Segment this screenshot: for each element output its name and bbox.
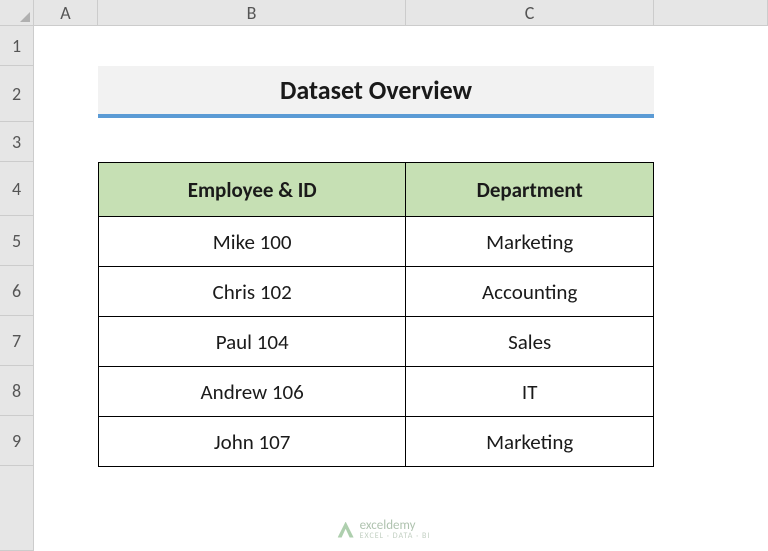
- watermark-tagline: EXCEL · DATA · BI: [360, 531, 431, 541]
- column-header-B[interactable]: B: [98, 0, 406, 26]
- row-header-2[interactable]: 2: [0, 66, 34, 122]
- table-row: John 107 Marketing: [99, 417, 654, 467]
- table-header-row: Employee & ID Department: [99, 163, 654, 217]
- cells-area[interactable]: Dataset Overview Employee & ID Departmen…: [34, 26, 768, 551]
- select-all-corner[interactable]: [0, 0, 34, 26]
- cell-employee[interactable]: Andrew 106: [99, 367, 406, 417]
- cell-department[interactable]: Marketing: [406, 217, 654, 267]
- row-header-9[interactable]: 9: [0, 416, 34, 466]
- cell-employee[interactable]: Paul 104: [99, 317, 406, 367]
- watermark-logo-icon: [338, 522, 354, 538]
- watermark-text: exceldemy EXCEL · DATA · BI: [360, 518, 431, 541]
- header-department[interactable]: Department: [406, 163, 654, 217]
- watermark: exceldemy EXCEL · DATA · BI: [338, 518, 431, 541]
- column-header-next[interactable]: [654, 0, 768, 26]
- cell-employee[interactable]: Chris 102: [99, 267, 406, 317]
- cell-department[interactable]: Sales: [406, 317, 654, 367]
- cell-employee[interactable]: Mike 100: [99, 217, 406, 267]
- row-header-6[interactable]: 6: [0, 266, 34, 316]
- row-header-7[interactable]: 7: [0, 316, 34, 366]
- row-header-5[interactable]: 5: [0, 216, 34, 266]
- column-header-C[interactable]: C: [406, 0, 654, 26]
- row-header-8[interactable]: 8: [0, 366, 34, 416]
- title-merged-cell[interactable]: Dataset Overview: [98, 66, 654, 118]
- row-header-3[interactable]: 3: [0, 122, 34, 162]
- cell-department[interactable]: IT: [406, 367, 654, 417]
- cell-department[interactable]: Marketing: [406, 417, 654, 467]
- table-row: Paul 104 Sales: [99, 317, 654, 367]
- table-body: Mike 100 Marketing Chris 102 Accounting …: [99, 217, 654, 467]
- row-header-next[interactable]: [0, 466, 34, 551]
- row-header-1[interactable]: 1: [0, 26, 34, 66]
- table-row: Mike 100 Marketing: [99, 217, 654, 267]
- table-row: Chris 102 Accounting: [99, 267, 654, 317]
- cell-department[interactable]: Accounting: [406, 267, 654, 317]
- cell-employee[interactable]: John 107: [99, 417, 406, 467]
- header-employee-id[interactable]: Employee & ID: [99, 163, 406, 217]
- column-header-A[interactable]: A: [34, 0, 98, 26]
- spreadsheet-grid: Dataset Overview Employee & ID Departmen…: [0, 0, 768, 551]
- row-header-4[interactable]: 4: [0, 162, 34, 216]
- table-row: Andrew 106 IT: [99, 367, 654, 417]
- data-table: Employee & ID Department Mike 100 Market…: [98, 162, 654, 467]
